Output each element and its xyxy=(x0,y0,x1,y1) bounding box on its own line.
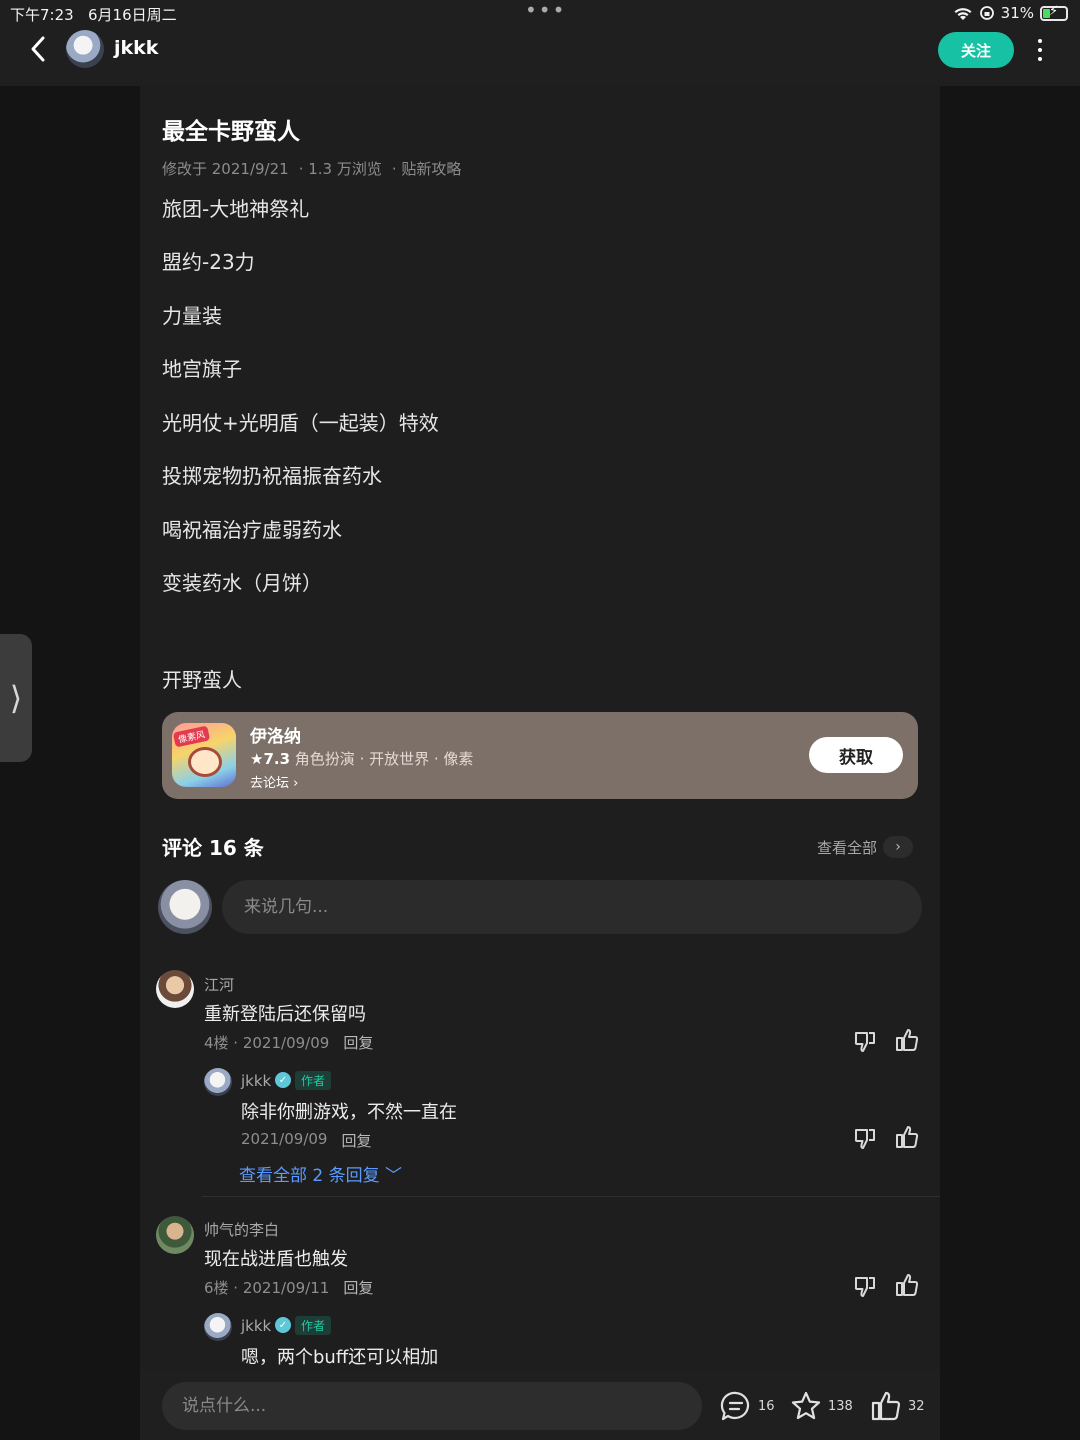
comment-input[interactable] xyxy=(222,880,922,934)
post-line: 盟约-23力 xyxy=(162,250,255,274)
favorite-button[interactable]: 138 xyxy=(790,1390,853,1422)
wifi-icon xyxy=(954,7,972,20)
author-name[interactable]: jkkk xyxy=(114,37,158,59)
top-bar: 下午7:23 6月16日周二 ••• 31% ⚡ jkkk 关注 xyxy=(0,0,1080,86)
post-line: 光明仗+光明盾（一起装）特效 xyxy=(162,411,439,435)
reply-text: 除非你删游戏，不然一直在 xyxy=(241,1102,457,1123)
back-arrow-icon[interactable] xyxy=(26,34,50,64)
bottom-action-bar: 16 138 32 xyxy=(140,1372,940,1440)
follow-button[interactable]: 关注 xyxy=(938,32,1014,68)
post-line: 投掷宠物扔祝福振奋药水 xyxy=(162,464,382,488)
reply-avatar[interactable] xyxy=(204,1313,232,1341)
post-line: 力量装 xyxy=(162,304,222,328)
comments-count-button[interactable]: 16 xyxy=(720,1390,775,1422)
game-name[interactable]: 伊洛纳 xyxy=(250,722,301,747)
post-modified-date: 修改于 2021/9/21 xyxy=(162,160,289,178)
status-time: 下午7:23 xyxy=(10,6,74,24)
comment-info: 4楼 · 2021/09/09 回复 xyxy=(204,1032,374,1053)
battery-percent: 31% xyxy=(1000,4,1034,22)
reply-text: 嗯，两个buff还可以相加 xyxy=(241,1347,439,1368)
comments-count: 16 xyxy=(758,1398,775,1414)
post-category[interactable]: · 贴新攻略 xyxy=(392,158,462,179)
likes-count: 32 xyxy=(908,1398,925,1414)
chevron-right-icon: › xyxy=(293,776,299,791)
post-views: · 1.3 万浏览 xyxy=(298,160,382,178)
reply-button[interactable]: 回复 xyxy=(343,1277,373,1298)
post-title: 最全卡野蛮人 xyxy=(162,119,300,145)
author-avatar[interactable] xyxy=(66,30,104,68)
favorites-count: 138 xyxy=(828,1398,853,1414)
comment-divider xyxy=(202,1196,940,1197)
thumbs-up-icon xyxy=(871,1391,901,1421)
view-more-replies-link[interactable]: 查看全部 2 条回复 ﹀ xyxy=(239,1161,402,1186)
post-line: 喝祝福治疗虚弱药水 xyxy=(162,518,342,542)
my-avatar xyxy=(158,880,212,934)
thumbs-up-icon[interactable] xyxy=(894,1027,920,1053)
reply-avatar[interactable] xyxy=(204,1068,232,1096)
status-date: 6月16日周二 xyxy=(88,6,177,24)
post-line: 变装药水（月饼） xyxy=(162,571,322,595)
thumbs-down-icon[interactable] xyxy=(853,1126,879,1152)
reply-button[interactable]: 回复 xyxy=(343,1032,373,1053)
chevron-right-icon: › xyxy=(883,836,914,858)
post-line: 开野蛮人 xyxy=(162,668,242,692)
comment-text: 现在战进盾也触发 xyxy=(204,1249,348,1270)
bottom-comment-input[interactable] xyxy=(162,1382,702,1430)
commenter-avatar[interactable] xyxy=(156,970,194,1008)
like-button[interactable]: 32 xyxy=(870,1390,925,1422)
status-bar: 下午7:23 6月16日周二 ••• 31% ⚡ xyxy=(0,0,1080,24)
post-line: 旅团-大地神祭礼 xyxy=(162,197,310,221)
reply-button[interactable]: 回复 xyxy=(341,1130,371,1151)
thumbs-down-icon[interactable] xyxy=(853,1029,879,1055)
comment-bubble-icon xyxy=(720,1391,750,1421)
commenter-name[interactable]: 江河 xyxy=(204,974,234,995)
game-icon-badge: 像素风 xyxy=(172,725,211,748)
get-game-button[interactable]: 获取 xyxy=(809,737,903,773)
thumbs-down-icon[interactable] xyxy=(853,1274,879,1300)
verified-icon: ✓ xyxy=(275,1072,291,1088)
game-rating: ★7.3 xyxy=(250,750,291,768)
comments-title: 评论 16 条 xyxy=(162,836,264,860)
verified-icon: ✓ xyxy=(275,1317,291,1333)
more-options-icon[interactable] xyxy=(1030,36,1050,64)
author-tag: 作者 xyxy=(295,1316,332,1335)
side-drawer-handle[interactable]: ⟩ xyxy=(0,634,32,762)
reply-author-name[interactable]: jkkk xyxy=(241,1072,271,1090)
game-card[interactable]: 像素风 伊洛纳 ★7.3 角色扮演 · 开放世界 · 像素 去论坛 › 获取 xyxy=(162,712,918,799)
comment-text: 重新登陆后还保留吗 xyxy=(204,1004,366,1025)
post-line: 地宫旗子 xyxy=(162,357,242,381)
post-meta: 修改于 2021/9/21 · 1.3 万浏览 · 贴新攻略 xyxy=(162,158,461,179)
multitask-dots-icon[interactable]: ••• xyxy=(525,0,566,22)
commenter-avatar[interactable] xyxy=(156,1216,194,1254)
post-content: 最全卡野蛮人 修改于 2021/9/21 · 1.3 万浏览 · 贴新攻略 旅团… xyxy=(140,86,940,1440)
star-icon xyxy=(791,1391,821,1420)
reply-info: 2021/09/09 回复 xyxy=(241,1130,372,1151)
chevron-right-icon: ⟩ xyxy=(9,679,23,717)
author-tag: 作者 xyxy=(295,1071,332,1090)
game-tags: 角色扮演 · 开放世界 · 像素 xyxy=(290,750,474,768)
commenter-name[interactable]: 帅气的李白 xyxy=(204,1219,279,1240)
thumbs-up-icon[interactable] xyxy=(894,1124,920,1150)
battery-icon: ⚡ xyxy=(1040,4,1068,21)
thumbs-up-icon[interactable] xyxy=(894,1272,920,1298)
game-app-icon[interactable]: 像素风 xyxy=(172,723,236,787)
view-all-comments-button[interactable]: 查看全部 › xyxy=(817,836,914,858)
reply-author-name[interactable]: jkkk xyxy=(241,1317,271,1335)
comment-info: 6楼 · 2021/09/11 回复 xyxy=(204,1277,374,1298)
orientation-lock-icon xyxy=(979,6,994,20)
forum-link[interactable]: 去论坛 › xyxy=(250,772,298,791)
